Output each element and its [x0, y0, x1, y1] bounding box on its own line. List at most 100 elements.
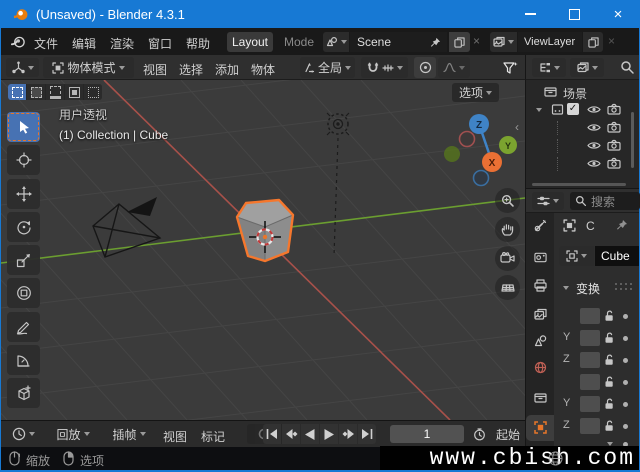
camera-view-button[interactable]: [495, 246, 520, 271]
editor-type-button[interactable]: [6, 58, 39, 77]
tool-measure[interactable]: [7, 345, 40, 375]
tab-scene-icon[interactable]: [534, 334, 547, 347]
light-object[interactable]: [326, 112, 350, 257]
transform-row-location-z[interactable]: Z: [553, 352, 639, 368]
proportional-edit-toggle[interactable]: [414, 57, 436, 78]
tab-object-active[interactable]: [526, 415, 554, 441]
prev-keyframe-button[interactable]: [282, 424, 300, 444]
lock-icon[interactable]: [604, 420, 615, 432]
lock-icon[interactable]: [604, 332, 615, 344]
pin-icon[interactable]: [616, 219, 628, 231]
expand-chevron-icon[interactable]: [536, 108, 542, 112]
tool-add-cube[interactable]: [7, 378, 40, 408]
viewlayer-remove-button[interactable]: ×: [608, 34, 615, 48]
viewlayer-browse-button[interactable]: [490, 32, 517, 52]
animate-dot[interactable]: [623, 402, 628, 407]
collection-checkbox[interactable]: ✓: [567, 103, 579, 115]
tool-cursor[interactable]: [7, 145, 40, 175]
transform-panel-title[interactable]: 变换: [576, 280, 600, 297]
proportional-falloff-dropdown[interactable]: [438, 57, 470, 78]
jump-to-end-button[interactable]: [358, 424, 376, 444]
value-field[interactable]: [580, 352, 600, 368]
gizmo-neg-z[interactable]: [472, 169, 490, 187]
mode-dropdown[interactable]: 物体模式: [43, 57, 134, 78]
close-button[interactable]: ×: [596, 0, 640, 28]
lock-icon[interactable]: [604, 398, 615, 410]
outliner-hscrollbar[interactable]: [532, 183, 626, 186]
tool-move[interactable]: [7, 179, 40, 209]
viewlayer-new-button[interactable]: [583, 32, 603, 52]
transform-row-location-y[interactable]: Y: [553, 330, 639, 346]
tool-transform[interactable]: [7, 278, 40, 308]
hide-eye-icon[interactable]: [587, 140, 601, 151]
animate-dot[interactable]: [623, 424, 628, 429]
timeline-menu-marker[interactable]: 标记: [201, 428, 225, 445]
snap-toggle[interactable]: [361, 57, 408, 78]
timeline-menu-keying[interactable]: 插帧: [103, 424, 155, 444]
hide-eye-icon[interactable]: [587, 104, 601, 115]
timeline-menu-playback[interactable]: 回放: [47, 424, 99, 444]
outliner-display-mode-button[interactable]: [570, 58, 604, 77]
overlays-icon[interactable]: [502, 60, 519, 76]
tab-collection-icon[interactable]: [534, 391, 547, 404]
workspace-tab-layout[interactable]: Layout: [227, 32, 273, 52]
workspace-tab-modeling[interactable]: Mode: [284, 35, 314, 49]
select-invert-mode[interactable]: [65, 84, 83, 100]
transform-row-rotation-x[interactable]: [553, 374, 639, 390]
maximize-button[interactable]: [552, 0, 596, 28]
outliner-vscrollbar[interactable]: [631, 112, 634, 168]
value-field[interactable]: [580, 396, 600, 412]
tool-annotate[interactable]: [7, 312, 40, 342]
outliner-row-object[interactable]: [526, 137, 639, 155]
render-visibility-icon[interactable]: [607, 121, 621, 133]
next-keyframe-button[interactable]: [339, 424, 357, 444]
minimize-button[interactable]: [508, 0, 552, 28]
pin-icon[interactable]: [430, 37, 441, 48]
transform-orientation-dropdown[interactable]: 全局: [300, 57, 355, 78]
tool-rotate[interactable]: [7, 212, 40, 242]
outliner-filter-button[interactable]: [532, 58, 566, 77]
hide-eye-icon[interactable]: [587, 158, 601, 169]
properties-editor-type-button[interactable]: [532, 192, 564, 210]
lock-icon[interactable]: [604, 354, 615, 366]
timeline-editor-type-button[interactable]: [6, 424, 41, 444]
menu-help[interactable]: 帮助: [186, 35, 210, 52]
animate-dot[interactable]: [623, 358, 628, 363]
scene-new-button[interactable]: [449, 32, 470, 52]
select-extend-mode[interactable]: [27, 84, 45, 100]
timeline-menu-view[interactable]: 视图: [163, 428, 187, 445]
tab-viewlayer-icon[interactable]: [534, 308, 547, 321]
navigation-gizmo[interactable]: Z Y X: [437, 95, 525, 191]
outliner-row-scene-collection[interactable]: 场景集合: [526, 83, 639, 101]
outliner-row-object[interactable]: [526, 155, 639, 173]
object-name-field[interactable]: Cube: [595, 246, 639, 266]
zoom-view-button[interactable]: [495, 188, 520, 213]
value-field[interactable]: [580, 418, 600, 434]
select-intersect-mode[interactable]: [84, 84, 102, 100]
scene-browse-button[interactable]: [323, 32, 349, 52]
animate-dot[interactable]: [623, 336, 628, 341]
lock-icon[interactable]: [604, 310, 615, 322]
tool-select-box[interactable]: [7, 112, 40, 142]
lock-icon[interactable]: [604, 376, 615, 388]
menu-window[interactable]: 窗口: [148, 35, 172, 52]
play-reverse-button[interactable]: [301, 424, 319, 444]
properties-search-field[interactable]: 搜索: [570, 192, 640, 210]
value-field[interactable]: [580, 308, 600, 324]
object-browse-button[interactable]: [559, 246, 594, 266]
menu-render[interactable]: 渲染: [110, 35, 134, 52]
perspective-toggle-button[interactable]: [495, 275, 520, 300]
tab-output-icon[interactable]: [534, 279, 547, 292]
scene-name-field[interactable]: Scene: [350, 32, 447, 52]
gizmo-neg-y[interactable]: [444, 146, 460, 162]
menu-view[interactable]: 视图: [143, 61, 167, 78]
frame-start-field[interactable]: 起始: [491, 425, 525, 443]
menu-edit[interactable]: 编辑: [72, 35, 96, 52]
jump-to-start-button[interactable]: [263, 424, 281, 444]
select-set-mode[interactable]: [8, 84, 26, 100]
tab-tool-icon[interactable]: [534, 219, 547, 232]
sidebar-collapse-chevron[interactable]: ‹: [515, 120, 519, 134]
value-field[interactable]: [580, 374, 600, 390]
tool-scale[interactable]: [7, 245, 40, 275]
panel-expand-chevron[interactable]: [563, 286, 569, 290]
